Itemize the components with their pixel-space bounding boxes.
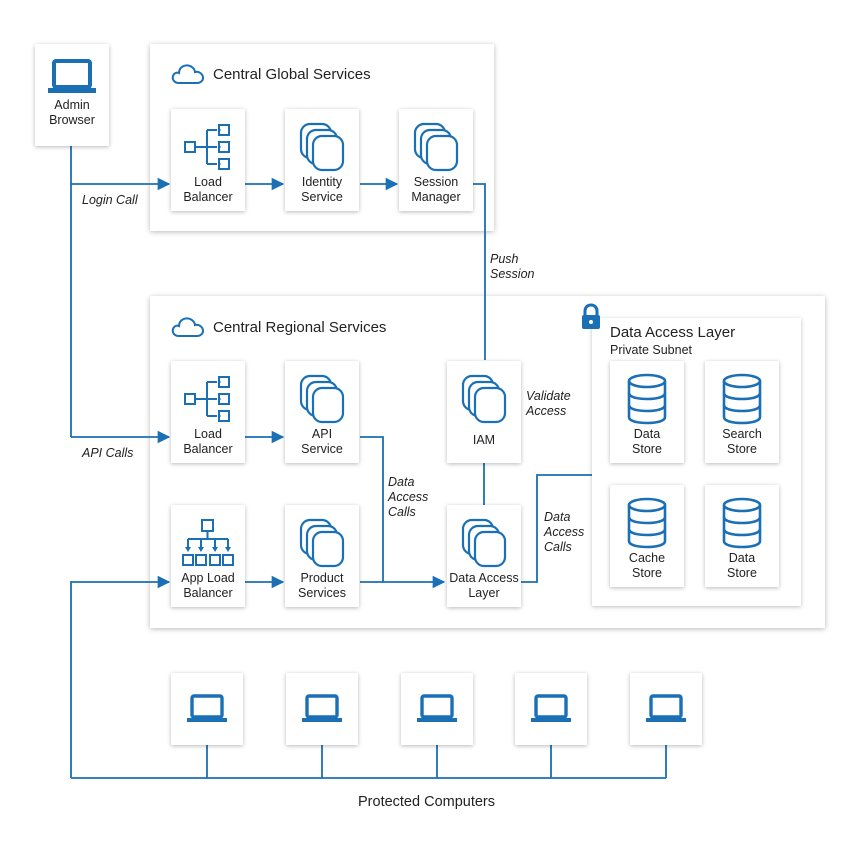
global-load-balancer-node[interactable]: Load Balancer	[171, 109, 245, 211]
api-service-node[interactable]: API Service	[285, 361, 359, 463]
private-subnet-label: Private Subnet	[610, 343, 692, 357]
iam-node[interactable]: IAM	[447, 361, 521, 463]
identity-service-node[interactable]: Identity Service	[285, 109, 359, 211]
global-panel-title: Central Global Services	[213, 65, 371, 83]
api-to-dal-line	[360, 436, 384, 582]
laptop-icon	[646, 694, 686, 722]
app-load-balancer-icon	[180, 515, 236, 571]
push-session-line	[473, 183, 486, 360]
app-load-balancer-label: App Load Balancer	[181, 571, 235, 600]
cloud-icon	[171, 317, 205, 337]
load-balancer-icon	[183, 119, 233, 175]
laptop-icon	[531, 694, 571, 722]
stacked-instances-icon	[460, 515, 508, 571]
global-panel-header: Central Global Services	[171, 62, 371, 86]
protected-computer-2[interactable]	[286, 673, 358, 745]
search-store-node[interactable]: Search Store	[705, 361, 779, 463]
protected-computers-caption: Protected Computers	[358, 794, 496, 810]
protected-computer-1[interactable]	[171, 673, 243, 745]
admin-browser-label: Admin Browser	[49, 98, 95, 127]
stacked-instances-icon	[298, 515, 346, 571]
protected-computer-3[interactable]	[401, 673, 473, 745]
cache-store-node[interactable]: Cache Store	[610, 485, 684, 587]
laptop-icon	[417, 694, 457, 722]
iam-label: IAM	[472, 433, 496, 447]
data-access-calls-note-1: Data Access Calls	[388, 475, 429, 519]
database-icon	[625, 371, 669, 427]
app-load-balancer-node[interactable]: App Load Balancer	[171, 505, 245, 607]
data-store-label-1: Data Store	[632, 427, 662, 456]
protected-computer-5[interactable]	[630, 673, 702, 745]
data-store-node-1[interactable]: Data Store	[610, 361, 684, 463]
laptop-icon	[302, 694, 342, 722]
cloud-icon	[171, 64, 205, 84]
protected-computer-4[interactable]	[515, 673, 587, 745]
api-calls-note: API Calls	[82, 446, 134, 460]
data-store-label-2: Data Store	[727, 551, 757, 580]
search-store-label: Search Store	[722, 427, 762, 456]
session-manager-label: Session Manager	[411, 175, 461, 204]
stacked-instances-icon	[298, 371, 346, 427]
product-services-label: Product Services	[298, 571, 346, 600]
login-call-note: Login Call	[82, 193, 138, 207]
data-access-layer-label: Data Access Layer	[449, 571, 519, 600]
database-icon	[625, 495, 669, 551]
product-services-node[interactable]: Product Services	[285, 505, 359, 607]
laptop-icon	[45, 56, 99, 98]
stacked-instances-icon	[412, 119, 460, 175]
database-icon	[720, 371, 764, 427]
identity-service-label: Identity Service	[301, 175, 343, 204]
regional-panel-header: Central Regional Services	[171, 315, 386, 339]
data-store-node-2[interactable]: Data Store	[705, 485, 779, 587]
regional-load-balancer-node[interactable]: Load Balancer	[171, 361, 245, 463]
protected-trunk-line	[70, 575, 171, 778]
lock-icon	[579, 303, 603, 336]
api-service-label: API Service	[301, 427, 343, 456]
database-icon	[720, 495, 764, 551]
load-balancer-icon	[183, 371, 233, 427]
cache-store-label: Cache Store	[628, 551, 666, 580]
validate-access-note: Validate Access	[526, 389, 571, 418]
stacked-instances-icon	[460, 371, 508, 427]
regional-panel-title: Central Regional Services	[213, 318, 387, 336]
regional-load-balancer-label: Load Balancer	[183, 427, 233, 456]
stacked-instances-icon	[298, 119, 346, 175]
global-load-balancer-label: Load Balancer	[183, 175, 233, 204]
data-access-layer-title: Data Access Layer	[610, 324, 736, 341]
push-session-note: Push Session	[490, 252, 535, 281]
session-manager-node[interactable]: Session Manager	[399, 109, 473, 211]
admin-browser-node[interactable]: Admin Browser	[35, 44, 109, 146]
laptop-icon	[187, 694, 227, 722]
data-access-calls-note-2: Data Access Calls	[544, 510, 585, 554]
data-access-layer-node[interactable]: Data Access Layer	[447, 505, 521, 607]
